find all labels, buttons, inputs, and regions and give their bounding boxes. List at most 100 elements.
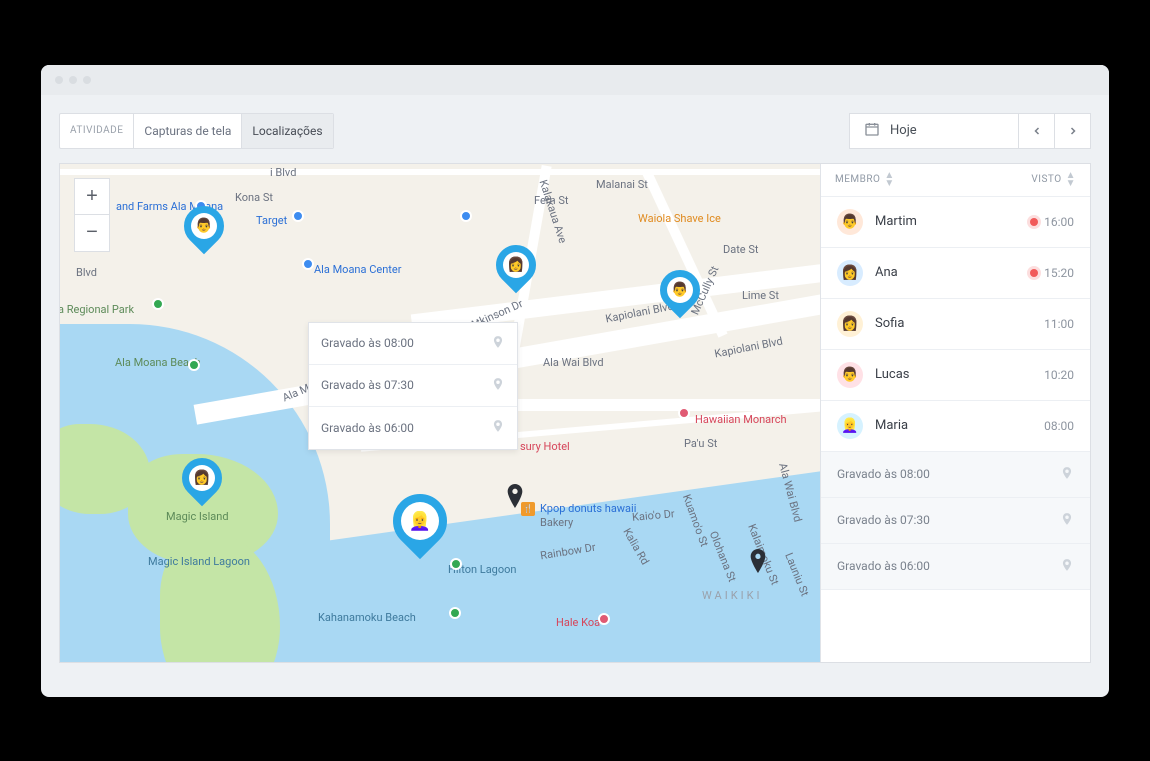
chevron-left-icon (1031, 125, 1043, 137)
side-header: MEMBRO ▲▼ VISTO ▲▼ (821, 164, 1090, 197)
popover-label: Gravado às 06:00 (321, 421, 414, 435)
map-label: Ala Wai Blvd (543, 356, 604, 369)
poi-icon (450, 558, 462, 570)
record-row[interactable]: Gravado às 08:00 (821, 452, 1090, 498)
content: ATIVIDADE Capturas de tela Localizações … (41, 95, 1109, 697)
tab-activity[interactable]: ATIVIDADE (60, 114, 134, 148)
member-time: 08:00 (1044, 419, 1074, 433)
main: and Farms Ala Moana Target Ala Moana Cen… (59, 163, 1091, 663)
map-label: sury Hotel (520, 440, 570, 453)
date-next-button[interactable] (1055, 113, 1091, 149)
popover-row[interactable]: Gravado às 08:00 (309, 323, 517, 365)
map-label: Kona St (235, 191, 273, 204)
titlebar (41, 65, 1109, 95)
date-controls: Hoje (849, 113, 1091, 149)
pin-icon (1060, 466, 1074, 483)
map-label: Waiola Shave Ice (638, 212, 721, 225)
calendar-icon (864, 121, 880, 141)
map-marker-icon (750, 549, 766, 573)
window-dot (69, 76, 77, 84)
sort-icon: ▲▼ (1066, 172, 1076, 188)
date-picker[interactable]: Hoje (849, 113, 1019, 149)
popover-row[interactable]: Gravado às 06:00 (309, 407, 517, 449)
record-label: Gravado às 08:00 (837, 467, 930, 481)
date-prev-button[interactable] (1019, 113, 1055, 149)
live-indicator-icon (1030, 269, 1038, 277)
window-dot (55, 76, 63, 84)
poi-icon (152, 298, 164, 310)
food-poi-icon: 🍴 (521, 502, 535, 516)
map-label: Fern St (534, 194, 568, 207)
map-label: Target (256, 214, 287, 227)
pin-icon (491, 419, 505, 436)
record-label: Gravado às 06:00 (837, 559, 930, 573)
map-label: Malanai St (596, 178, 648, 191)
poi-icon (302, 258, 314, 270)
member-name: Martim (875, 214, 917, 229)
app-window: ATIVIDADE Capturas de tela Localizações … (41, 65, 1109, 697)
column-member[interactable]: MEMBRO ▲▼ (835, 172, 895, 188)
member-time: 10:20 (1044, 368, 1074, 382)
member-time: 15:20 (1030, 266, 1074, 280)
chevron-right-icon (1067, 125, 1079, 137)
map-label: Hawaiian Monarch (695, 413, 787, 426)
poi-icon (678, 407, 690, 419)
map-label: Blvd (76, 266, 97, 279)
window-dot (83, 76, 91, 84)
map-label: Date St (723, 243, 759, 256)
member-name: Sofia (875, 316, 904, 331)
poi-icon (292, 210, 304, 222)
avatar: 👨 (837, 209, 863, 235)
date-label: Hoje (890, 123, 917, 138)
tab-locations[interactable]: Localizações (242, 114, 332, 148)
map-label: i Blvd (270, 166, 296, 179)
sort-icon: ▲▼ (884, 172, 894, 188)
poi-icon (598, 613, 610, 625)
pin-icon (491, 335, 505, 352)
avatar: 👱‍♀️ (837, 413, 863, 439)
road (480, 399, 820, 411)
record-row[interactable]: Gravado às 07:30 (821, 498, 1090, 544)
member-row[interactable]: 👱‍♀️ Maria 08:00 (821, 401, 1090, 452)
poi-icon (449, 607, 461, 619)
tab-screenshots[interactable]: Capturas de tela (134, 114, 242, 148)
avatar: 👩 (837, 311, 863, 337)
avatar: 👩 (837, 260, 863, 286)
avatar: 👨 (837, 362, 863, 388)
topbar: ATIVIDADE Capturas de tela Localizações … (59, 113, 1091, 149)
member-name: Maria (875, 418, 908, 433)
member-row[interactable]: 👩 Ana 15:20 (821, 248, 1090, 299)
map-label: Pa'u St (684, 437, 717, 450)
record-row[interactable]: Gravado às 06:00 (821, 544, 1090, 590)
side-panel: MEMBRO ▲▼ VISTO ▲▼ 👨 Martim 16:00 👩 Ana … (820, 164, 1090, 662)
zoom-out-button[interactable]: − (75, 215, 109, 251)
member-row[interactable]: 👨 Martim 16:00 (821, 197, 1090, 248)
map-label: Bakery (540, 516, 573, 529)
record-list: Gravado às 08:00 Gravado às 07:30 Gravad… (821, 452, 1090, 590)
column-seen[interactable]: VISTO ▲▼ (1031, 172, 1076, 188)
map-label: Ala Moana Center (314, 263, 401, 276)
zoom-control: + − (74, 178, 110, 252)
pin-icon (1060, 558, 1074, 575)
popover-row[interactable]: Gravado às 07:30 (309, 365, 517, 407)
poi-icon (188, 359, 200, 371)
pin-icon (1060, 512, 1074, 529)
member-row[interactable]: 👩 Sofia 11:00 (821, 299, 1090, 350)
map-label: Magic Island Lagoon (148, 555, 250, 568)
map-label: WAIKIKI (702, 589, 762, 602)
zoom-in-button[interactable]: + (75, 179, 109, 215)
map-label: Kahanamoku Beach (318, 611, 416, 624)
member-time: 11:00 (1044, 317, 1074, 331)
member-name: Lucas (875, 367, 909, 382)
column-label: MEMBRO (835, 174, 880, 185)
view-tabs: ATIVIDADE Capturas de tela Localizações (59, 113, 334, 149)
map-label: Kpop donuts hawaii (540, 502, 636, 515)
live-indicator-icon (1030, 218, 1038, 226)
member-row[interactable]: 👨 Lucas 10:20 (821, 350, 1090, 401)
poi-icon (460, 210, 472, 222)
record-label: Gravado às 07:30 (837, 513, 930, 527)
location-popover: Gravado às 08:00 Gravado às 07:30 Gravad… (308, 322, 518, 450)
pin-icon (491, 377, 505, 394)
map-label: Lime St (742, 289, 779, 302)
map[interactable]: and Farms Ala Moana Target Ala Moana Cen… (60, 164, 820, 662)
